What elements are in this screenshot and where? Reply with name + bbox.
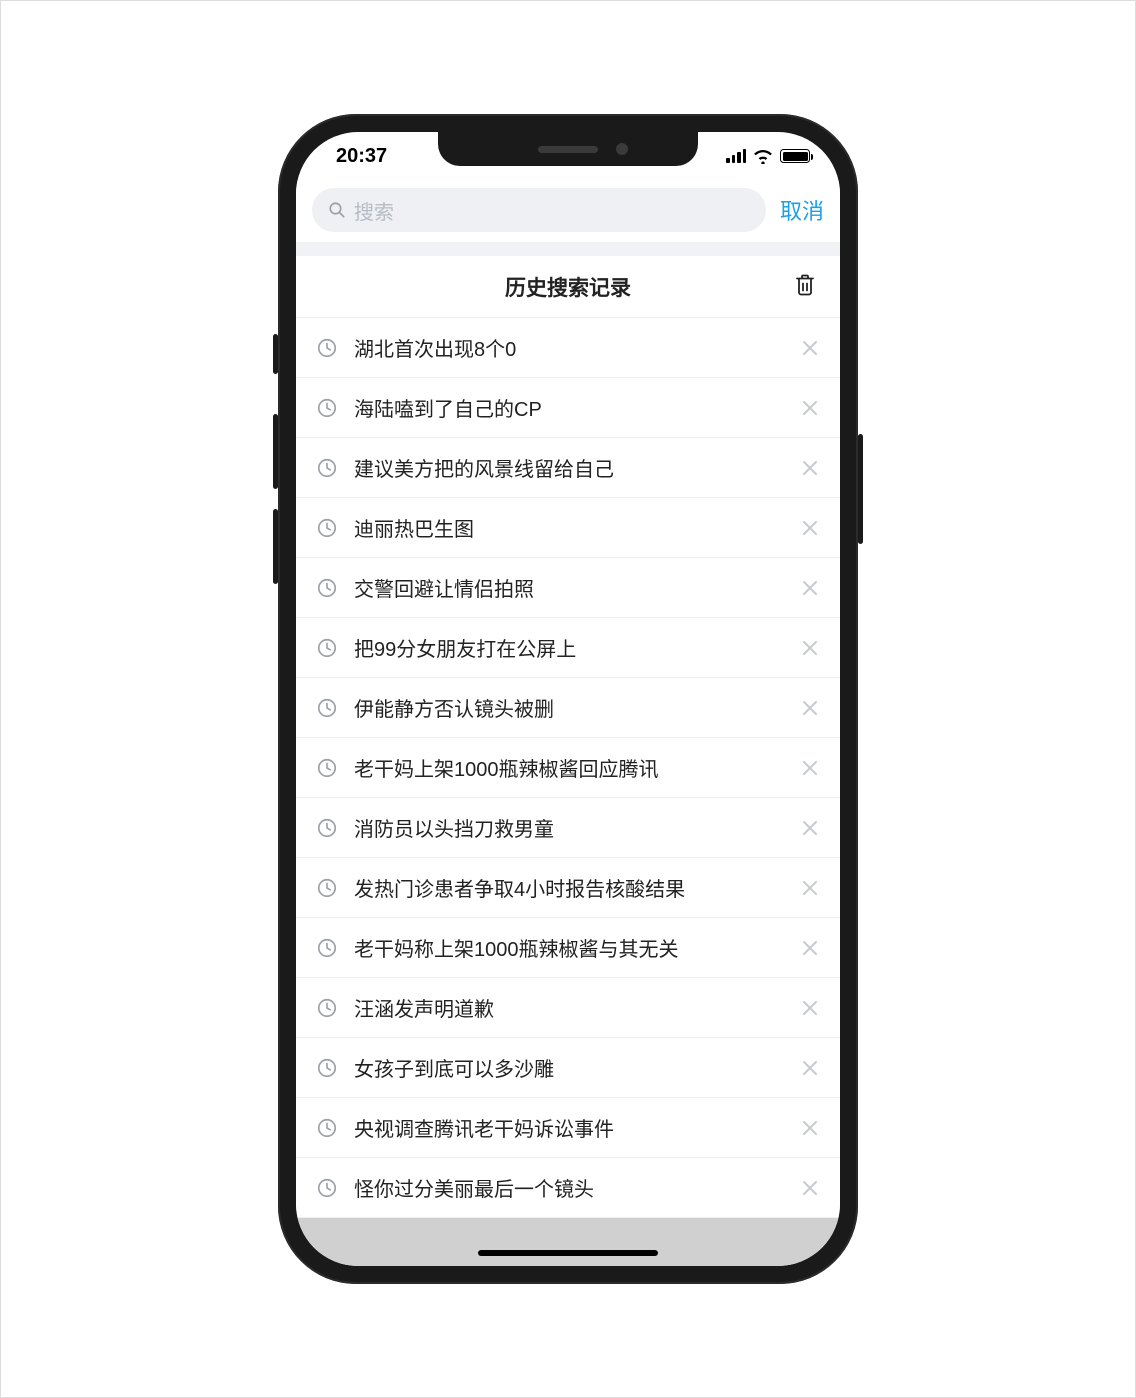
search-input[interactable]: 搜索 — [312, 188, 766, 232]
clock-icon — [316, 817, 338, 839]
history-item-text: 消防员以头挡刀救男童 — [354, 813, 786, 842]
clear-history-button[interactable] — [794, 272, 816, 301]
phone-frame: 20:37 — [278, 114, 858, 1284]
delete-item-button[interactable] — [802, 460, 818, 476]
delete-item-button[interactable] — [802, 400, 818, 416]
clock-icon — [316, 637, 338, 659]
phone-side-button — [858, 434, 863, 544]
history-item[interactable]: 老干妈上架1000瓶辣椒酱回应腾讯 — [296, 738, 840, 798]
clock-icon — [316, 1117, 338, 1139]
history-item[interactable]: 汪涵发声明道歉 — [296, 978, 840, 1038]
clock-icon — [316, 397, 338, 419]
clock-icon — [316, 997, 338, 1019]
history-item-text: 汪涵发声明道歉 — [354, 993, 786, 1022]
clock-icon — [316, 697, 338, 719]
history-item[interactable]: 消防员以头挡刀救男童 — [296, 798, 840, 858]
history-item-text: 怪你过分美丽最后一个镜头 — [354, 1173, 786, 1202]
clock-icon — [316, 517, 338, 539]
battery-icon — [780, 149, 810, 163]
phone-speaker — [538, 146, 598, 153]
phone-side-button — [273, 414, 278, 489]
history-item[interactable]: 发热门诊患者争取4小时报告核酸结果 — [296, 858, 840, 918]
clock-icon — [316, 757, 338, 779]
clock-icon — [316, 577, 338, 599]
trash-icon — [794, 272, 816, 296]
history-item[interactable]: 怪你过分美丽最后一个镜头 — [296, 1158, 840, 1218]
status-time: 20:37 — [336, 145, 387, 168]
history-item-text: 发热门诊患者争取4小时报告核酸结果 — [354, 873, 786, 902]
history-item-text: 交警回避让情侣拍照 — [354, 573, 786, 602]
history-list[interactable]: 湖北首次出现8个0 海陆嗑到了自己的CP 建议美方把的风景线留给自己 迪丽热巴生… — [296, 318, 840, 1266]
canvas-frame: 20:37 — [0, 0, 1136, 1398]
history-item[interactable]: 央视调查腾讯老干妈诉讼事件 — [296, 1098, 840, 1158]
history-title: 历史搜索记录 — [505, 272, 631, 302]
clock-icon — [316, 337, 338, 359]
cancel-button[interactable]: 取消 — [780, 194, 824, 226]
wifi-icon — [753, 148, 773, 164]
history-item-text: 女孩子到底可以多沙雕 — [354, 1053, 786, 1082]
phone-notch — [438, 132, 698, 166]
delete-item-button[interactable] — [802, 580, 818, 596]
delete-item-button[interactable] — [802, 880, 818, 896]
delete-item-button[interactable] — [802, 700, 818, 716]
delete-item-button[interactable] — [802, 1180, 818, 1196]
history-item-text: 迪丽热巴生图 — [354, 513, 786, 542]
section-divider — [296, 242, 840, 256]
clock-icon — [316, 877, 338, 899]
delete-item-button[interactable] — [802, 520, 818, 536]
history-item[interactable]: 海陆嗑到了自己的CP — [296, 378, 840, 438]
search-icon — [328, 201, 346, 219]
delete-item-button[interactable] — [802, 1060, 818, 1076]
history-item[interactable]: 女孩子到底可以多沙雕 — [296, 1038, 840, 1098]
delete-item-button[interactable] — [802, 760, 818, 776]
delete-item-button[interactable] — [802, 820, 818, 836]
delete-item-button[interactable] — [802, 1000, 818, 1016]
clock-icon — [316, 937, 338, 959]
phone-screen: 20:37 — [296, 132, 840, 1266]
home-indicator[interactable] — [478, 1250, 658, 1256]
phone-side-button — [273, 334, 278, 374]
history-item-text: 湖北首次出现8个0 — [354, 333, 786, 362]
clock-icon — [316, 1057, 338, 1079]
delete-item-button[interactable] — [802, 640, 818, 656]
history-item-text: 老干妈上架1000瓶辣椒酱回应腾讯 — [354, 753, 786, 782]
history-item-text: 建议美方把的风景线留给自己 — [354, 453, 786, 482]
history-item-text: 把99分女朋友打在公屏上 — [354, 633, 786, 662]
search-row: 搜索 取消 — [296, 180, 840, 242]
history-header: 历史搜索记录 — [296, 256, 840, 318]
history-item[interactable]: 伊能静方否认镜头被删 — [296, 678, 840, 738]
history-item[interactable]: 老干妈称上架1000瓶辣椒酱与其无关 — [296, 918, 840, 978]
phone-camera — [616, 143, 628, 155]
history-item[interactable]: 湖北首次出现8个0 — [296, 318, 840, 378]
history-item[interactable]: 建议美方把的风景线留给自己 — [296, 438, 840, 498]
phone-side-button — [273, 509, 278, 584]
delete-item-button[interactable] — [802, 340, 818, 356]
delete-item-button[interactable] — [802, 940, 818, 956]
status-icons — [726, 148, 810, 164]
history-item-text: 海陆嗑到了自己的CP — [354, 393, 786, 422]
history-item[interactable]: 交警回避让情侣拍照 — [296, 558, 840, 618]
history-item[interactable]: 把99分女朋友打在公屏上 — [296, 618, 840, 678]
history-item-text: 老干妈称上架1000瓶辣椒酱与其无关 — [354, 933, 786, 962]
bottom-overlay — [296, 1218, 840, 1266]
history-item-text: 伊能静方否认镜头被删 — [354, 693, 786, 722]
history-item-text: 央视调查腾讯老干妈诉讼事件 — [354, 1113, 786, 1142]
history-item[interactable]: 迪丽热巴生图 — [296, 498, 840, 558]
cellular-icon — [726, 149, 746, 163]
search-placeholder: 搜索 — [354, 196, 394, 225]
clock-icon — [316, 457, 338, 479]
delete-item-button[interactable] — [802, 1120, 818, 1136]
clock-icon — [316, 1177, 338, 1199]
